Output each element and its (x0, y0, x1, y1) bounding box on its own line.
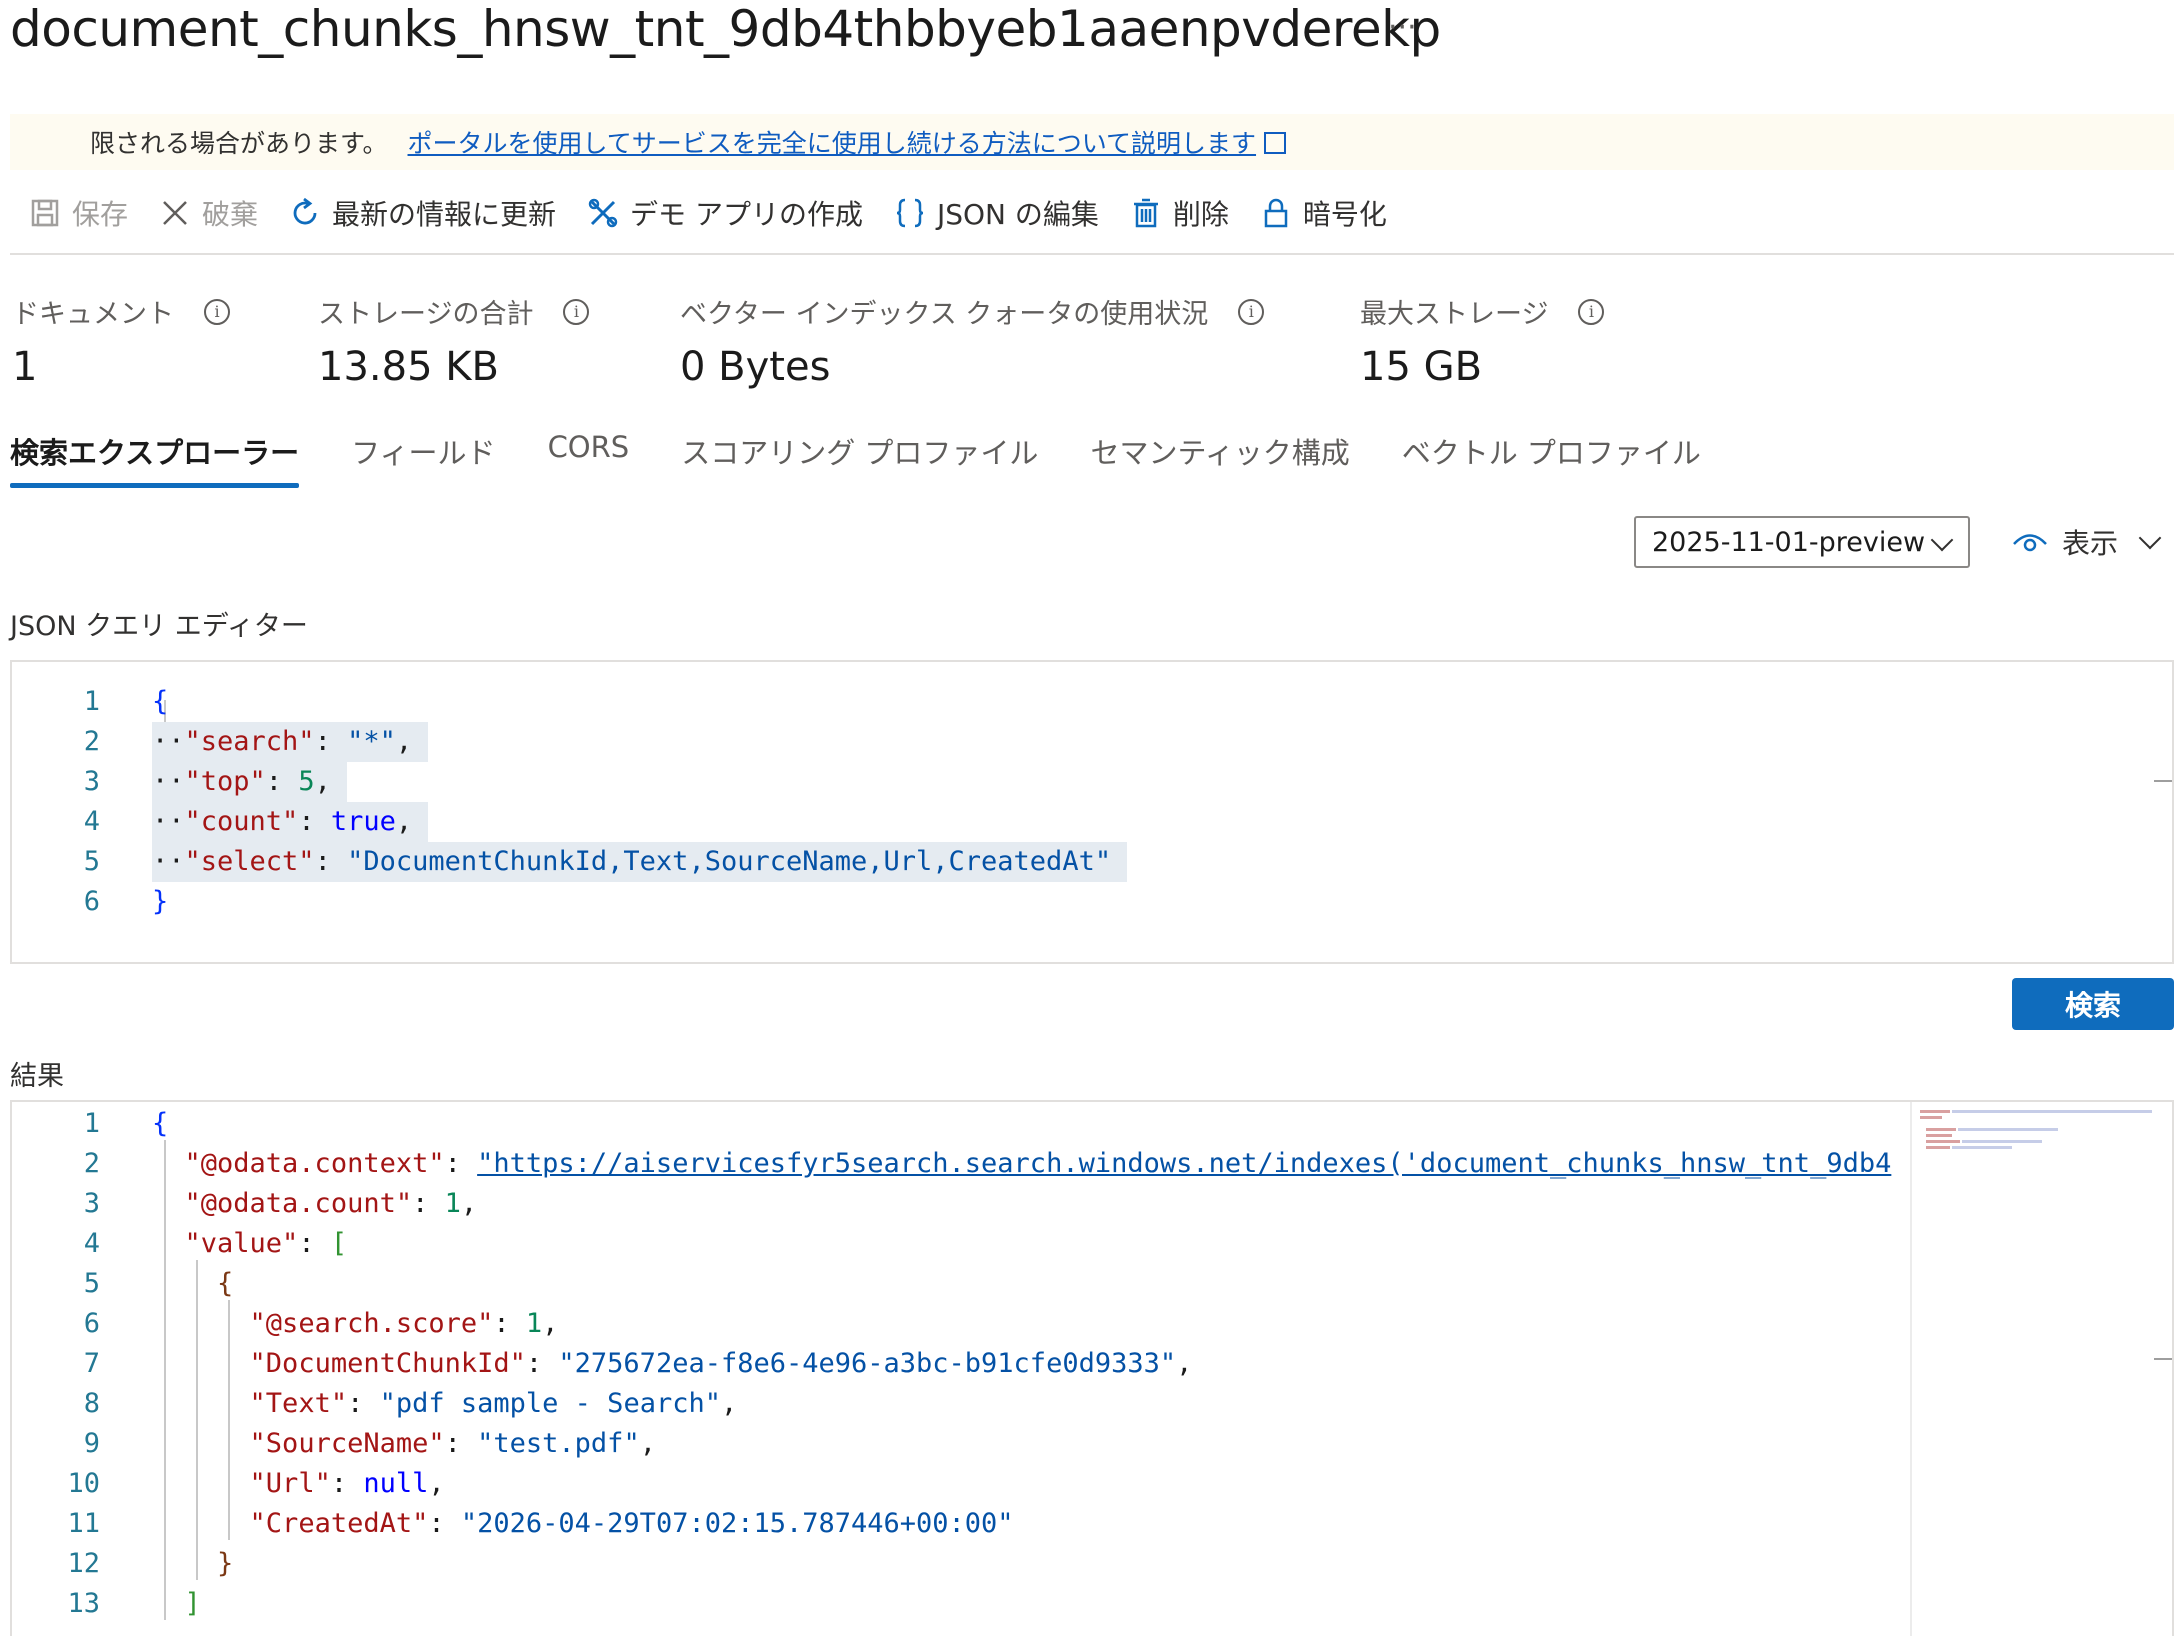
refresh-button[interactable]: 最新の情報に更新 (288, 193, 556, 233)
max-storage-stat-value: 15 GB (1360, 344, 1483, 390)
encrypt-label: 暗号化 (1302, 198, 1387, 231)
tab-vector-profiles[interactable]: ベクトル プロファイル (1402, 430, 1701, 484)
scrollbar-marker (2154, 780, 2172, 782)
info-icon[interactable]: i (1238, 298, 1265, 325)
discard-label: 破棄 (202, 198, 259, 231)
tab-scoring-profiles[interactable]: スコアリング プロファイル (681, 430, 1038, 484)
delete-button[interactable]: 削除 (1129, 193, 1229, 233)
search-button[interactable]: 検索 (2012, 978, 2174, 1030)
toolbar-divider (10, 253, 2174, 255)
tools-icon (586, 196, 620, 230)
more-options-button[interactable]: ··· (1388, 10, 1417, 45)
query-editor-label: JSON クエリ エディター (10, 611, 308, 642)
api-version-select[interactable]: 2025-11-01-preview (1634, 516, 1970, 568)
save-icon (28, 196, 62, 230)
trash-icon (1129, 196, 1163, 230)
chevron-down-icon (1930, 528, 1954, 552)
delete-label: 削除 (1172, 198, 1229, 231)
save-label: 保存 (72, 198, 129, 231)
tab-cors[interactable]: CORS (548, 430, 630, 484)
tab-semantic-config[interactable]: セマンティック構成 (1090, 430, 1349, 484)
eye-icon (2013, 534, 2047, 552)
vector-quota-stat-value: 0 Bytes (680, 344, 831, 390)
results-label: 結果 (10, 1061, 64, 1092)
view-button[interactable]: 表示 (2012, 520, 2162, 564)
braces-icon (893, 196, 927, 230)
info-icon[interactable]: i (204, 298, 230, 325)
save-button[interactable]: 保存 (28, 193, 128, 233)
notice-text: 限される場合があります。 (90, 129, 388, 158)
storage-stat-value: 13.85 KB (318, 344, 499, 390)
info-icon[interactable]: i (563, 298, 590, 325)
max-storage-stat-label: 最大ストレージ i (1360, 292, 1605, 331)
documents-stat-label: ドキュメント i (12, 292, 230, 331)
view-label: 表示 (2062, 527, 2119, 560)
documents-stat-value: 1 (12, 344, 38, 390)
refresh-label: 最新の情報に更新 (332, 198, 557, 231)
tab-fields[interactable]: フィールド (351, 430, 495, 484)
tab-search-explorer[interactable]: 検索エクスプローラー (10, 430, 300, 488)
page-title: document_chunks_hnsw_tnt_9db4thbbyeb1aae… (10, 0, 1441, 58)
results-viewer[interactable]: 1{ 2 "@odata.context": "https://aiservic… (10, 1100, 2174, 1636)
vector-quota-stat-label: ベクター インデックス クォータの使用状況 i (680, 292, 1265, 331)
api-version-value: 2025-11-01-preview (1652, 526, 1926, 558)
notice-banner: 限される場合があります。 ポータルを使用してサービスを完全に使用し続ける方法につい… (10, 114, 2174, 170)
edit-json-button[interactable]: JSON の編集 (893, 193, 1099, 233)
create-demo-app-button[interactable]: デモ アプリの作成 (586, 193, 863, 233)
discard-button[interactable]: 破棄 (158, 193, 258, 233)
code-minimap[interactable] (1910, 1102, 2162, 1636)
json-query-editor[interactable]: 1{ 2 ··"search": "*", 3 ··"top": 5, 4 ··"co… (10, 660, 2174, 964)
close-icon (158, 196, 192, 230)
scrollbar-marker (2154, 1358, 2172, 1360)
info-icon[interactable]: i (1578, 298, 1605, 325)
lock-icon (1259, 196, 1293, 230)
chevron-down-icon (2138, 526, 2162, 550)
external-link-icon (1264, 132, 1287, 154)
encrypt-button[interactable]: 暗号化 (1259, 193, 1387, 233)
refresh-icon (288, 196, 322, 230)
notice-link[interactable]: ポータルを使用してサービスを完全に使用し続ける方法について説明します (408, 129, 1257, 158)
index-tabs: 検索エクスプローラー フィールド CORS スコアリング プロファイル セマンテ… (10, 430, 1753, 488)
command-bar: 保存 破棄 最新の情報に更新 デモ アプリの作成 JSON の編集 削除 暗号化 (28, 190, 1417, 236)
create-demo-app-label: デモ アプリの作成 (630, 198, 863, 231)
storage-stat-label: ストレージの合計 i (318, 292, 590, 331)
edit-json-label: JSON の編集 (936, 198, 1099, 231)
